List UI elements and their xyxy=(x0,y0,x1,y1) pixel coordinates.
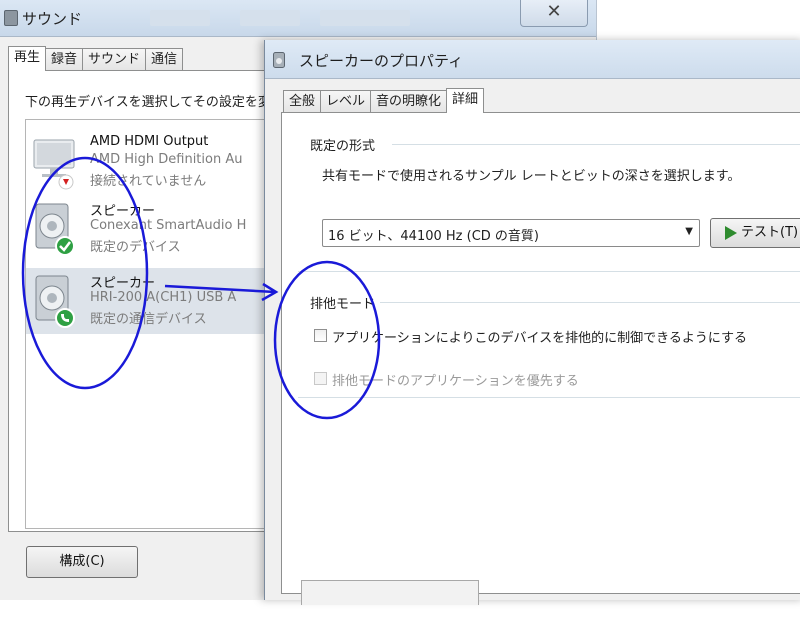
tab-recording[interactable]: 録音 xyxy=(45,48,84,71)
monitor-icon xyxy=(33,139,75,190)
tab-sounds[interactable]: サウンド xyxy=(82,48,147,71)
speaker-device-icon xyxy=(35,203,75,256)
speaker-device-icon xyxy=(35,275,75,328)
sample-format-value: 16 ビット、44100 Hz (CD の音質) xyxy=(328,229,539,244)
exclusive-priority-label: 排他モードのアプリケーションを優先する xyxy=(332,374,579,389)
exclusive-mode-title: 排他モード xyxy=(310,297,376,312)
advanced-panel: 既定の形式 共有モードで使用されるサンプル レートとビットの深さを選択します。 … xyxy=(281,112,800,594)
close-icon: ✕ xyxy=(546,1,562,22)
chevron-down-icon: ▼ xyxy=(685,226,693,237)
background-window-blur xyxy=(150,10,210,26)
tab-levels[interactable]: レベル xyxy=(320,90,372,113)
configure-button[interactable]: 構成(C) xyxy=(26,546,138,578)
allow-exclusive-checkbox[interactable] xyxy=(314,329,327,342)
close-button[interactable]: ✕ xyxy=(520,0,588,27)
device-name: AMD HDMI Output xyxy=(90,134,209,149)
tab-advanced[interactable]: 詳細 xyxy=(446,88,485,113)
exclusive-priority-checkbox xyxy=(314,372,327,385)
properties-window-title: スピーカーのプロパティ xyxy=(299,52,464,70)
device-status: 接続されていません xyxy=(90,174,207,189)
playback-instruction: 下の再生デバイスを選択してその設定を変 xyxy=(25,95,271,110)
default-format-description: 共有モードで使用されるサンプル レートとビットの深さを選択します。 xyxy=(322,169,741,184)
device-name: スピーカー xyxy=(90,204,156,219)
group-divider xyxy=(392,144,800,145)
tab-communications[interactable]: 通信 xyxy=(145,48,184,71)
background-window-blur xyxy=(320,10,410,26)
group-divider xyxy=(298,271,800,272)
speaker-properties-window: スピーカーのプロパティ 全般 レベル 音の明瞭化 詳細 既定の形式 共有モードで… xyxy=(264,40,800,605)
test-label: テスト(T) xyxy=(741,225,799,240)
device-description: HRI-200 A(CH1) USB A xyxy=(90,290,237,305)
properties-titlebar[interactable]: スピーカーのプロパティ xyxy=(265,40,800,79)
test-button[interactable]: テスト(T) xyxy=(710,218,800,248)
background-window-blur xyxy=(240,10,300,26)
sample-format-select[interactable]: 16 ビット、44100 Hz (CD の音質) ▼ xyxy=(322,219,700,247)
sound-window-title: サウンド xyxy=(22,10,83,28)
device-description: Conexant SmartAudio H xyxy=(90,218,247,233)
device-description: AMD High Definition Au xyxy=(90,152,243,167)
speaker-icon xyxy=(273,52,285,68)
device-status: 既定の通信デバイス xyxy=(90,312,207,327)
device-status: 既定のデバイス xyxy=(90,240,181,255)
sound-tab-strip: 再生 録音 サウンド 通信 xyxy=(8,46,184,71)
properties-tab-strip: 全般 レベル 音の明瞭化 詳細 xyxy=(283,88,485,113)
default-format-title: 既定の形式 xyxy=(310,139,376,154)
play-icon xyxy=(725,226,737,240)
restore-defaults-button[interactable] xyxy=(301,580,479,605)
tab-playback[interactable]: 再生 xyxy=(8,46,47,71)
allow-exclusive-label[interactable]: アプリケーションによりこのデバイスを排他的に制御できるようにする xyxy=(332,327,747,346)
tab-enhancements[interactable]: 音の明瞭化 xyxy=(370,90,448,113)
sound-titlebar[interactable]: サウンド ✕ xyxy=(0,0,596,37)
tab-general[interactable]: 全般 xyxy=(283,90,322,113)
group-divider xyxy=(298,397,800,398)
device-name: スピーカー xyxy=(90,276,156,291)
group-divider xyxy=(380,302,800,303)
speaker-icon xyxy=(4,10,18,26)
